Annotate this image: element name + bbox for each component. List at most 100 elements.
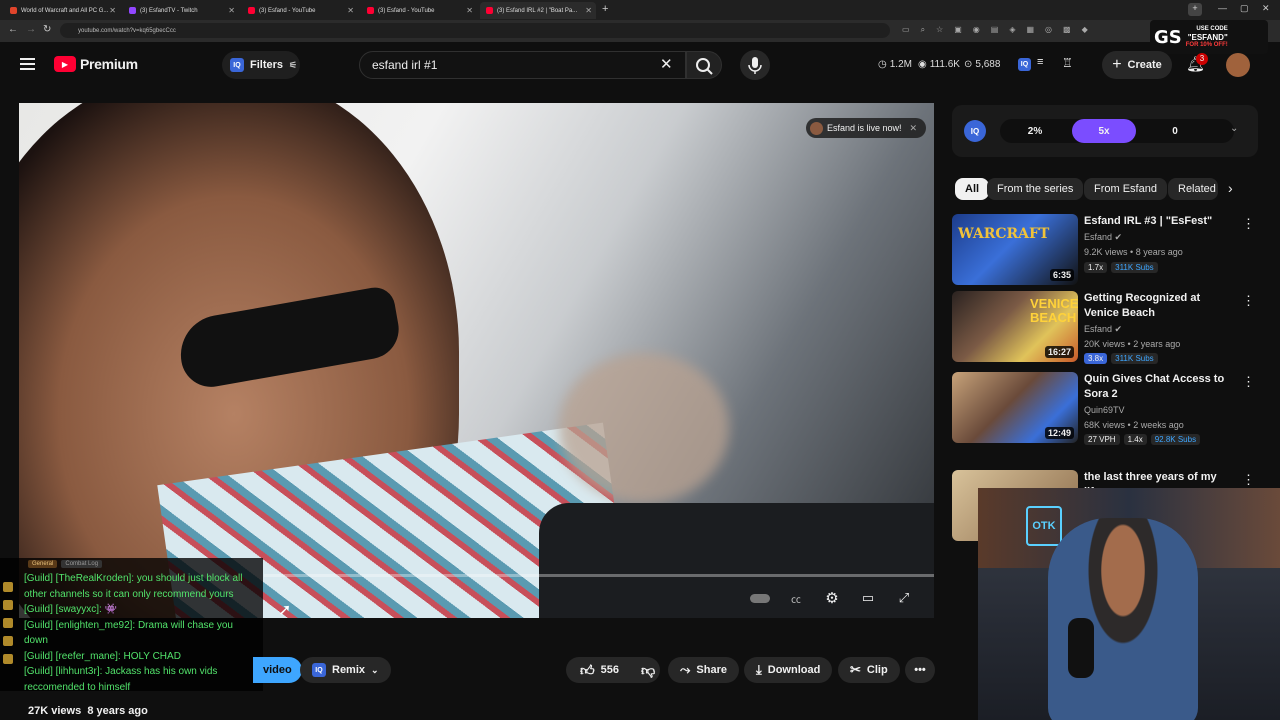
channel-name[interactable]: Quin69TV — [1084, 405, 1125, 415]
video-thumbnail[interactable]: 12:49 — [952, 372, 1078, 443]
menu-icon[interactable] — [18, 56, 36, 72]
tab-favicon-icon — [129, 7, 136, 14]
extension-icon[interactable]: ▤ — [991, 25, 999, 35]
chip-all[interactable]: All — [955, 178, 990, 200]
progress-bar[interactable] — [264, 574, 934, 577]
remix-button[interactable]: IQ Remix ⌄ — [300, 657, 391, 683]
extension-icon[interactable]: ◆ — [1082, 25, 1088, 35]
live-now-badge[interactable]: Esfand is live now! ✕ — [806, 118, 926, 138]
guild-chat-overlay: General Combat Log [Guild] [TheRealKrode… — [0, 558, 263, 693]
more-vertical-icon[interactable]: ⋮ — [1242, 374, 1255, 390]
more-actions-button[interactable]: ••• — [905, 657, 935, 683]
plus-icon: + — [1112, 56, 1122, 73]
theater-mode-icon[interactable]: ▭ — [858, 590, 878, 606]
browser-tab[interactable]: World of Warcraft and All PC G... ✕ — [4, 2, 120, 19]
chip-from-esfand[interactable]: From Esfand — [1084, 178, 1167, 200]
forward-icon[interactable]: → — [26, 24, 36, 35]
minimize-icon[interactable]: — — [1218, 3, 1227, 13]
thumbs-up-icon[interactable]: 👍︎ — [580, 662, 595, 679]
extension-icon[interactable]: ▩ — [1063, 25, 1071, 35]
recommended-video[interactable]: VENICE BEACH 16:27 Getting Recognized at … — [952, 291, 1258, 365]
more-vertical-icon[interactable]: ⋮ — [1242, 472, 1255, 488]
download-button[interactable]: ⤓ Download — [744, 657, 833, 683]
recommended-video[interactable]: WARCRAFT 6:35 Esfand IRL #3 | "EsFest" E… — [952, 214, 1258, 288]
more-vertical-icon[interactable]: ⋮ — [1242, 293, 1255, 309]
video-title[interactable]: Quin Gives Chat Access to Sora 2 — [1084, 372, 1234, 402]
video-title[interactable]: Esfand IRL #3 | "EsFest" — [1084, 214, 1234, 229]
close-tab-icon[interactable]: ✕ — [585, 6, 592, 15]
close-tab-icon[interactable]: ✕ — [347, 6, 354, 15]
clear-search-icon[interactable]: ✕ — [660, 55, 673, 73]
new-tab-icon[interactable]: + — [602, 3, 608, 15]
clip-label: Clip — [866, 664, 888, 676]
video-title[interactable]: Getting Recognized at Venice Beach — [1084, 291, 1234, 321]
chevron-down-icon[interactable]: ⌄ — [1230, 123, 1238, 134]
voice-search-button[interactable] — [740, 50, 770, 80]
iq-percent[interactable]: 2% — [1000, 119, 1070, 143]
tab-search-icon[interactable]: + — [1188, 3, 1202, 16]
channel-name[interactable]: Esfand ✔ — [1084, 324, 1122, 335]
browser-tab[interactable]: (3) EsfandTV - Twitch ✕ — [123, 2, 239, 19]
filters-button[interactable]: IQ Filters ⚟ — [222, 51, 300, 79]
chat-message: [Guild] [enlighten_me92]: Drama will cha… — [24, 619, 233, 647]
recommended-video[interactable]: 12:49 Quin Gives Chat Access to Sora 2 Q… — [952, 372, 1258, 446]
chat-tab-combat-log[interactable]: Combat Log — [61, 560, 103, 568]
close-tab-icon[interactable]: ✕ — [466, 6, 473, 15]
channel-label: Quin69TV — [1084, 405, 1125, 415]
browser-tab-active[interactable]: (3) Esfand IRL #2 | "Boat Pa... ✕ — [480, 2, 596, 19]
tab-label: (3) Esfand IRL #2 | "Boat Pa... — [497, 7, 578, 14]
browser-tab[interactable]: (3) Esfand - YouTube ✕ — [242, 2, 358, 19]
close-tab-icon[interactable]: ✕ — [109, 6, 116, 15]
chat-button-icon[interactable] — [3, 636, 13, 646]
back-icon[interactable]: ← — [8, 24, 18, 35]
share-button[interactable]: ⤳ Share — [668, 657, 739, 683]
settings-gear-icon[interactable]: ⚙ — [822, 590, 842, 607]
extension-icon[interactable]: ▦ — [1026, 25, 1034, 35]
captions-icon[interactable]: ㏄ — [786, 590, 806, 606]
autoplay-toggle[interactable] — [750, 590, 770, 606]
extension-icon[interactable]: ◉ — [973, 25, 980, 35]
chat-tab-general[interactable]: General — [28, 560, 58, 568]
iq-icon[interactable]: IQ — [1018, 58, 1031, 71]
list-icon[interactable]: ≡ — [1037, 56, 1043, 68]
video-thumbnail[interactable]: VENICE BEACH 16:27 — [952, 291, 1078, 362]
chat-button-icon[interactable] — [3, 618, 13, 628]
chip-related[interactable]: Related — [1168, 178, 1218, 200]
address-bar[interactable]: youtube.com/watch?v=kq65gbecCcc — [60, 23, 890, 38]
brand-label: Premium — [80, 56, 138, 72]
iq-count[interactable]: 0 — [1140, 119, 1210, 143]
avatar[interactable] — [1226, 53, 1250, 77]
search-button[interactable] — [686, 51, 722, 79]
video-player[interactable]: Esfand is live now! ✕ ㏄ ⚙ ▭ ⤢ — [19, 103, 934, 618]
create-button[interactable]: + Create — [1102, 51, 1172, 79]
close-icon[interactable]: ✕ — [910, 123, 918, 134]
youtube-logo[interactable]: ▶ Premium — [54, 56, 138, 72]
browser-tab[interactable]: (3) Esfand - YouTube ✕ — [361, 2, 477, 19]
zoom-icon[interactable]: ⌕ — [921, 25, 925, 35]
reload-icon[interactable]: ↻ — [43, 24, 51, 35]
trophy-icon[interactable]: ♖ — [1062, 56, 1073, 70]
video-thumbnail[interactable]: WARCRAFT 6:35 — [952, 214, 1078, 285]
eye-icon: ◉ — [918, 59, 927, 70]
fullscreen-icon[interactable]: ⤢ — [894, 590, 914, 606]
maximize-icon[interactable]: ▢ — [1240, 3, 1249, 14]
screen-icon[interactable]: ▭ — [902, 25, 910, 35]
extension-icon[interactable]: ◎ — [1045, 25, 1052, 35]
iq-multiplier[interactable]: 5x — [1072, 119, 1136, 143]
search-input[interactable]: esfand irl #1 — [359, 51, 686, 79]
chat-button-icon[interactable] — [3, 654, 13, 664]
extension-icon[interactable]: ◈ — [1009, 25, 1015, 35]
chip-from-series[interactable]: From the series — [987, 178, 1084, 200]
chat-button-icon[interactable] — [3, 600, 13, 610]
bookmark-star-icon[interactable]: ☆ — [936, 25, 943, 35]
chevron-right-icon[interactable]: › — [1228, 180, 1233, 196]
thumbs-down-icon[interactable]: 👎︎ — [641, 662, 655, 679]
more-vertical-icon[interactable]: ⋮ — [1242, 216, 1255, 232]
chat-button-icon[interactable] — [3, 582, 13, 592]
extension-icon[interactable]: ▣ — [954, 25, 962, 35]
clip-button[interactable]: ✂ Clip — [838, 657, 900, 683]
close-tab-icon[interactable]: ✕ — [228, 6, 235, 15]
close-window-icon[interactable]: ✕ — [1262, 3, 1270, 14]
channel-name[interactable]: Esfand ✔ — [1084, 232, 1122, 243]
video-button[interactable]: video — [253, 657, 302, 683]
